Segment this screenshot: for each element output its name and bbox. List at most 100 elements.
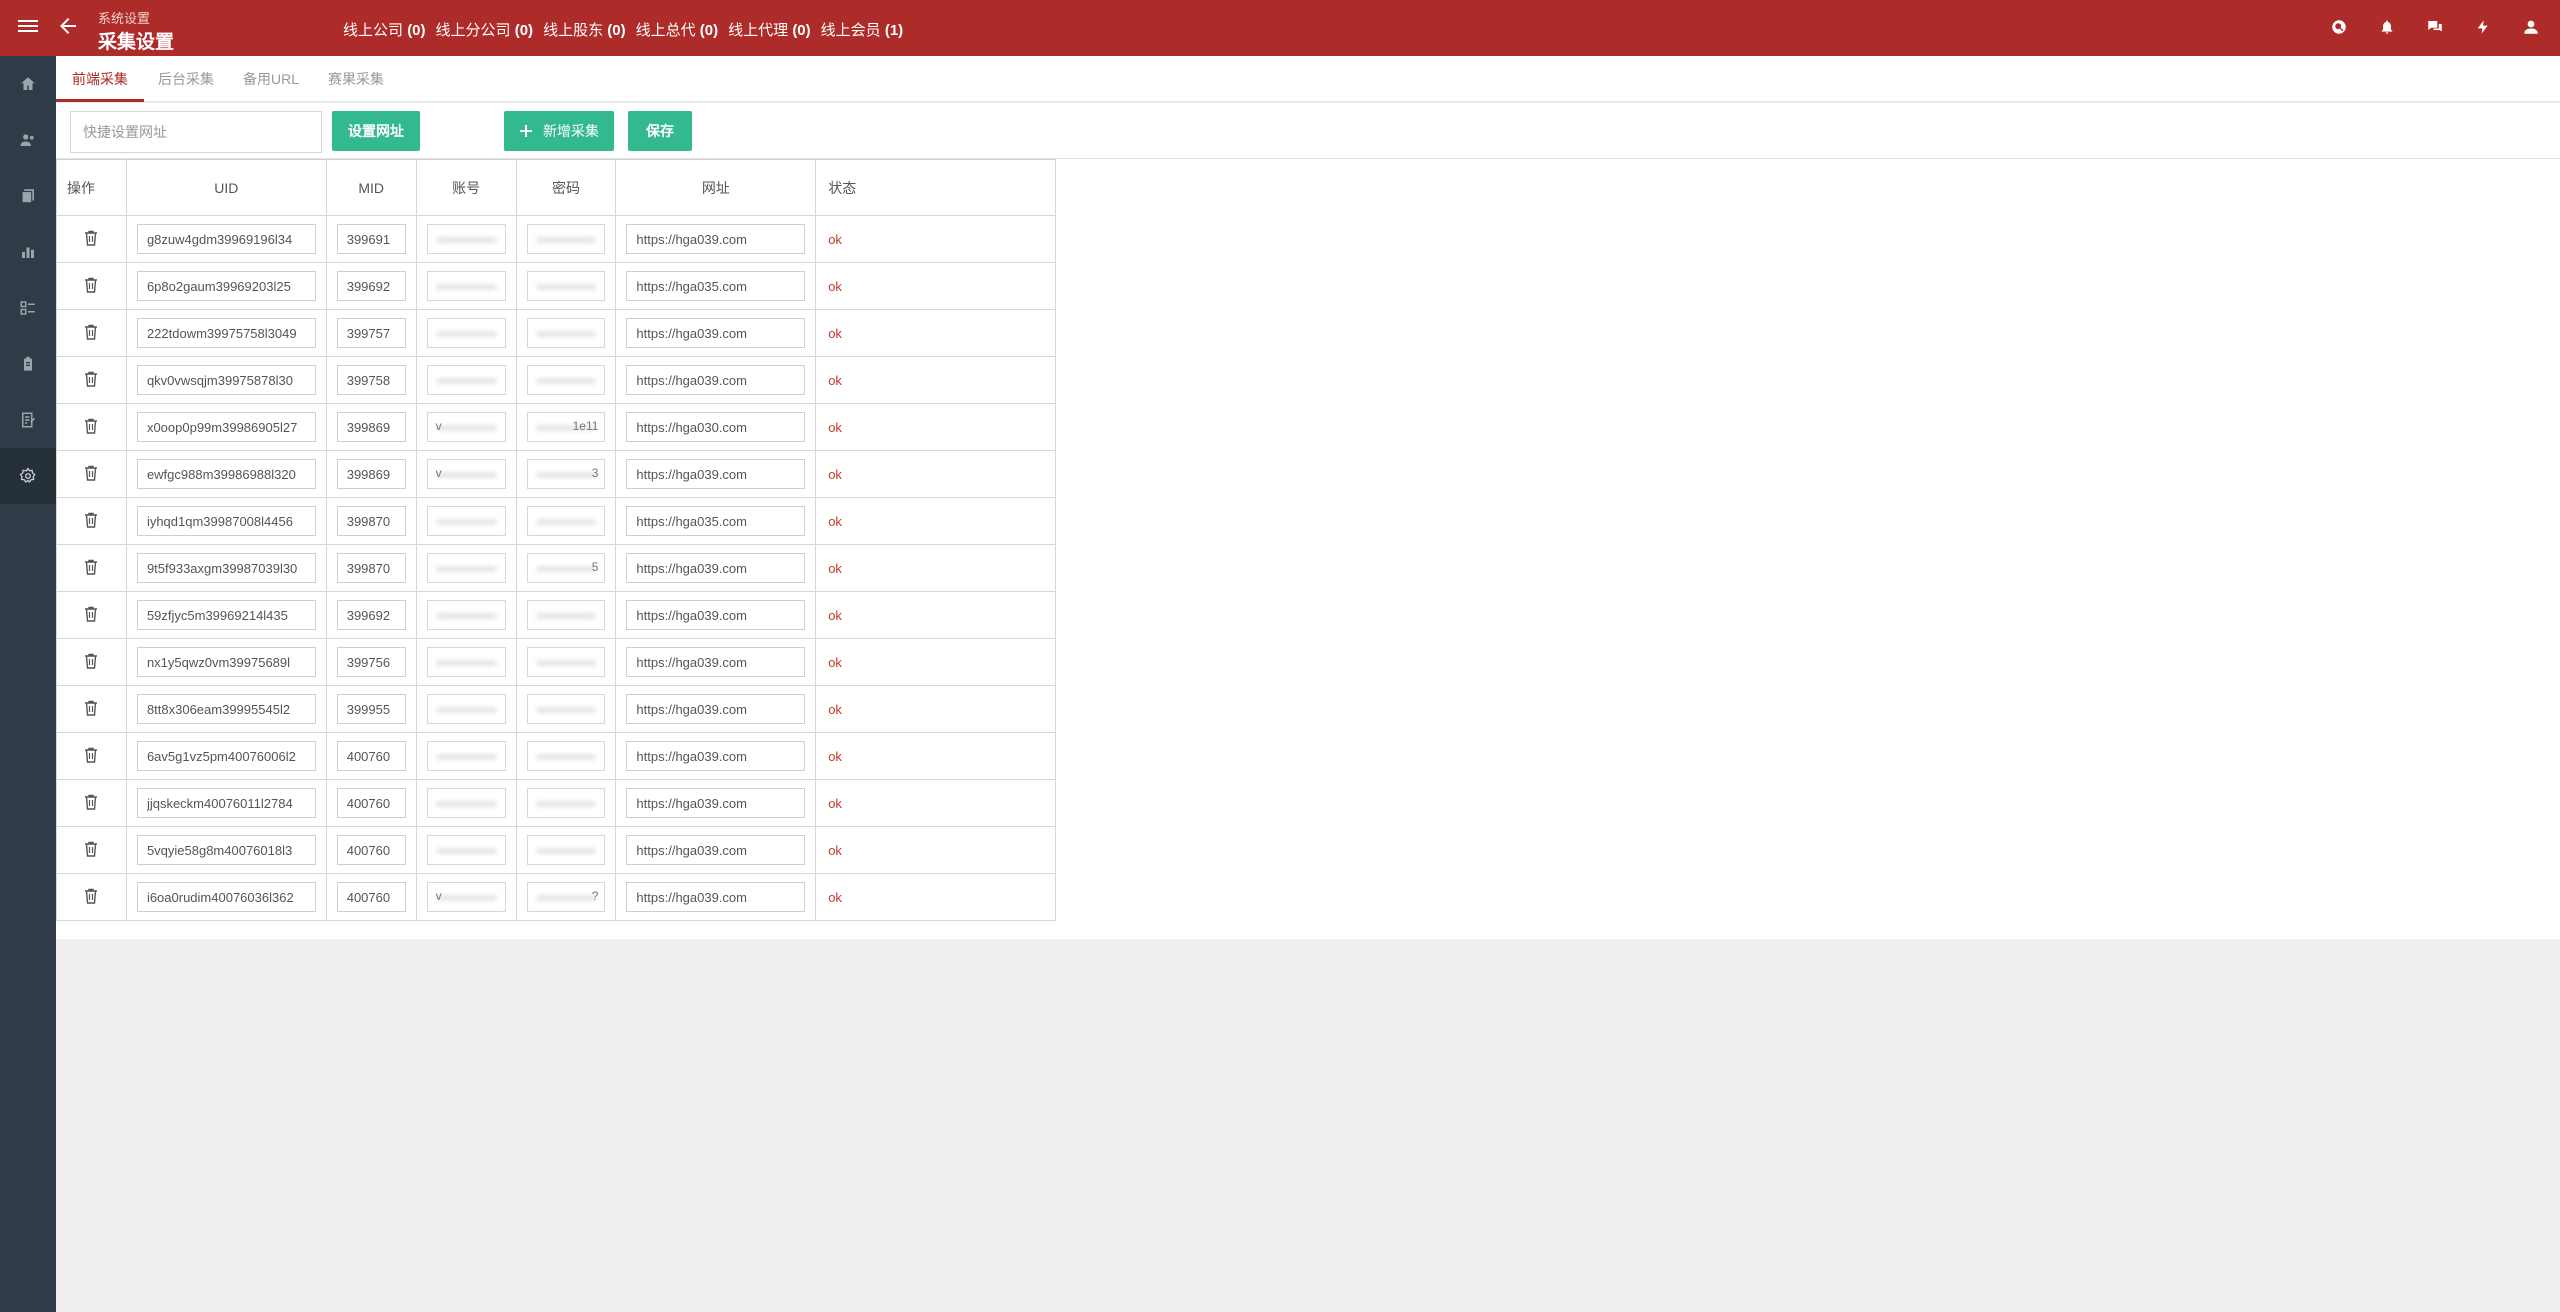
- trash-icon[interactable]: [83, 653, 99, 671]
- uid-input[interactable]: [136, 788, 316, 818]
- home-icon[interactable]: [0, 56, 56, 112]
- set-url-button[interactable]: 设置网址: [332, 111, 420, 151]
- trash-icon[interactable]: [83, 371, 99, 389]
- password-input[interactable]: [526, 365, 606, 395]
- uid-input[interactable]: [136, 694, 316, 724]
- url-input[interactable]: [626, 412, 806, 442]
- mid-input[interactable]: [336, 412, 406, 442]
- password-input[interactable]: [526, 506, 606, 536]
- back-arrow-icon[interactable]: [56, 14, 80, 38]
- mid-input[interactable]: [336, 741, 406, 771]
- account-input[interactable]: v: [426, 882, 506, 912]
- trash-icon[interactable]: [83, 794, 99, 812]
- mid-input[interactable]: [336, 882, 406, 912]
- password-input[interactable]: [526, 600, 606, 630]
- mid-input[interactable]: [336, 365, 406, 395]
- account-input[interactable]: [426, 365, 506, 395]
- list-icon[interactable]: [0, 280, 56, 336]
- account-input[interactable]: [426, 694, 506, 724]
- password-input[interactable]: [526, 741, 606, 771]
- url-input[interactable]: [626, 882, 806, 912]
- mid-input[interactable]: [336, 459, 406, 489]
- uid-input[interactable]: [136, 647, 316, 677]
- uid-input[interactable]: [136, 741, 316, 771]
- account-input[interactable]: [426, 600, 506, 630]
- trash-icon[interactable]: [83, 324, 99, 342]
- password-input[interactable]: 1e11: [526, 412, 606, 442]
- password-input[interactable]: [526, 647, 606, 677]
- trash-icon[interactable]: [83, 606, 99, 624]
- url-input[interactable]: [626, 647, 806, 677]
- mid-input[interactable]: [336, 553, 406, 583]
- settings-icon[interactable]: [0, 448, 56, 504]
- password-input[interactable]: [526, 224, 606, 254]
- url-input[interactable]: [626, 600, 806, 630]
- bell-icon[interactable]: [2376, 16, 2398, 38]
- account-input[interactable]: [426, 271, 506, 301]
- trash-icon[interactable]: [83, 230, 99, 248]
- account-input[interactable]: [426, 647, 506, 677]
- tab-backend-collect[interactable]: 后台采集: [142, 56, 230, 102]
- trash-icon[interactable]: [83, 512, 99, 530]
- url-input[interactable]: [626, 835, 806, 865]
- trash-icon[interactable]: [83, 465, 99, 483]
- mid-input[interactable]: [336, 600, 406, 630]
- trash-icon[interactable]: [83, 418, 99, 436]
- hamburger-menu-icon[interactable]: [18, 17, 38, 37]
- mid-input[interactable]: [336, 835, 406, 865]
- mid-input[interactable]: [336, 647, 406, 677]
- uid-input[interactable]: [136, 506, 316, 536]
- mid-input[interactable]: [336, 224, 406, 254]
- account-input[interactable]: [426, 506, 506, 536]
- stat-online-branch[interactable]: 线上分公司 (0): [436, 19, 534, 40]
- uid-input[interactable]: [136, 553, 316, 583]
- uid-input[interactable]: [136, 600, 316, 630]
- uid-input[interactable]: [136, 882, 316, 912]
- url-input[interactable]: [626, 553, 806, 583]
- url-input[interactable]: [626, 318, 806, 348]
- uid-input[interactable]: [136, 365, 316, 395]
- account-input[interactable]: [426, 741, 506, 771]
- trash-icon[interactable]: [83, 888, 99, 906]
- account-input[interactable]: [426, 224, 506, 254]
- quick-url-input[interactable]: [70, 111, 322, 153]
- password-input[interactable]: ?: [526, 882, 606, 912]
- user-icon[interactable]: [2520, 16, 2542, 38]
- password-input[interactable]: 5: [526, 553, 606, 583]
- users-icon[interactable]: [0, 112, 56, 168]
- trash-icon[interactable]: [83, 747, 99, 765]
- stat-online-general-agent[interactable]: 线上总代 (0): [636, 19, 719, 40]
- account-input[interactable]: v: [426, 459, 506, 489]
- url-input[interactable]: [626, 788, 806, 818]
- url-input[interactable]: [626, 224, 806, 254]
- password-input[interactable]: 3: [526, 459, 606, 489]
- tab-frontend-collect[interactable]: 前端采集: [56, 56, 144, 102]
- url-input[interactable]: [626, 459, 806, 489]
- url-input[interactable]: [626, 506, 806, 536]
- stat-online-company[interactable]: 线上公司 (0): [343, 19, 426, 40]
- trash-icon[interactable]: [83, 700, 99, 718]
- save-button[interactable]: 保存: [628, 111, 692, 151]
- chart-icon[interactable]: [0, 224, 56, 280]
- uid-input[interactable]: [136, 412, 316, 442]
- password-input[interactable]: [526, 788, 606, 818]
- url-input[interactable]: [626, 741, 806, 771]
- tab-backup-url[interactable]: 备用URL: [227, 56, 315, 102]
- add-collect-button[interactable]: 新增采集: [504, 111, 614, 151]
- mid-input[interactable]: [336, 506, 406, 536]
- uid-input[interactable]: [136, 271, 316, 301]
- search-icon[interactable]: [2328, 16, 2350, 38]
- account-input[interactable]: [426, 318, 506, 348]
- uid-input[interactable]: [136, 224, 316, 254]
- bolt-icon[interactable]: [2472, 16, 2494, 38]
- url-input[interactable]: [626, 694, 806, 724]
- mid-input[interactable]: [336, 271, 406, 301]
- password-input[interactable]: [526, 318, 606, 348]
- account-input[interactable]: [426, 835, 506, 865]
- mid-input[interactable]: [336, 694, 406, 724]
- password-input[interactable]: [526, 271, 606, 301]
- stat-online-member[interactable]: 线上会员 (1): [821, 19, 904, 40]
- password-input[interactable]: [526, 835, 606, 865]
- clipboard-icon[interactable]: [0, 336, 56, 392]
- uid-input[interactable]: [136, 459, 316, 489]
